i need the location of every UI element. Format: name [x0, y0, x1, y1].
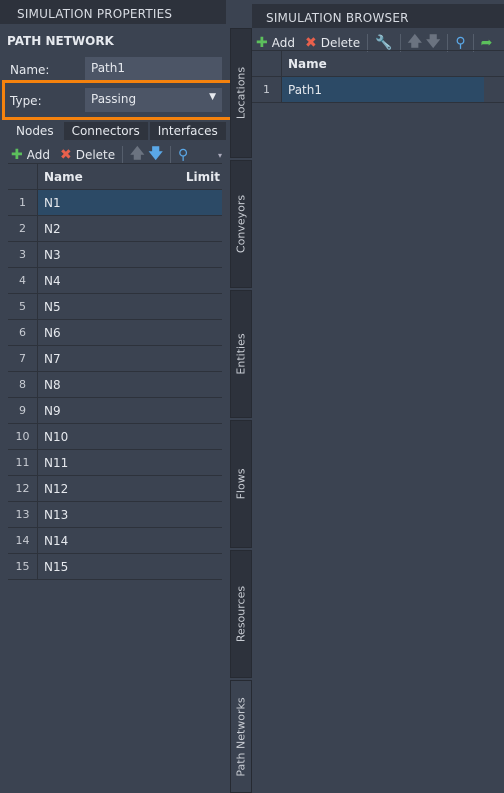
table-row[interactable]: 13 N13 — [8, 502, 222, 528]
table-row[interactable]: 11 N11 — [8, 450, 222, 476]
tab-nodes[interactable]: Nodes — [8, 122, 62, 140]
panel-header: SIMULATION PROPERTIES — [0, 0, 226, 24]
tab-interfaces[interactable]: Interfaces — [149, 122, 226, 140]
add-button[interactable]: Add — [272, 36, 295, 50]
delete-icon: ✖ — [304, 35, 317, 51]
find-icon[interactable]: ⚲ — [455, 35, 465, 51]
simulation-browser-panel: SIMULATION BROWSER ✚ Add ✖ Delete 🔧 🡅 🡇 … — [252, 0, 504, 793]
side-tab-locations[interactable]: Locations — [230, 28, 252, 158]
table-row[interactable]: 15 N15 — [8, 554, 222, 580]
add-icon: ✚ — [11, 147, 23, 163]
table-row[interactable]: 9 N9 — [8, 398, 222, 424]
table-row[interactable]: 8 N8 — [8, 372, 222, 398]
table-row[interactable]: 10 N10 — [8, 424, 222, 450]
delete-button[interactable]: Delete — [76, 148, 115, 162]
browser-table: Name 1 Path1 — [252, 50, 504, 103]
find-icon[interactable]: ⚲ — [178, 147, 188, 163]
side-tab-path-networks[interactable]: Path Networks — [230, 680, 252, 793]
simulation-properties-panel: SIMULATION PROPERTIES PATH NETWORK Name:… — [0, 0, 233, 793]
section-title: PATH NETWORK — [7, 34, 114, 48]
table-row[interactable]: 3 N3 — [8, 242, 222, 268]
nodes-table: Name Limit 1 N1 2 N2 3 N3 4 N4 5 N5 6 N6 7 N7 8 N8 9 N9 10… — [8, 163, 222, 580]
highlight-box — [2, 80, 233, 120]
wrench-icon[interactable]: 🔧 — [375, 35, 392, 51]
table-row[interactable]: 7 N7 — [8, 346, 222, 372]
table-row[interactable]: 4 N4 — [8, 268, 222, 294]
table-row[interactable]: 14 N14 — [8, 528, 222, 554]
go-to-icon[interactable]: ➦ — [481, 35, 493, 51]
overflow-icon[interactable]: ▾ — [218, 151, 222, 160]
browser-header: SIMULATION BROWSER — [252, 4, 504, 28]
table-header: Name — [252, 51, 504, 77]
column-name[interactable]: Name — [282, 51, 504, 76]
side-tab-flows[interactable]: Flows — [230, 420, 252, 548]
separator — [122, 146, 124, 164]
column-name[interactable]: Name — [38, 164, 186, 189]
name-label: Name: — [10, 63, 50, 77]
table-header: Name Limit — [8, 164, 222, 190]
add-button[interactable]: Add — [27, 148, 50, 162]
table-row[interactable]: 12 N12 — [8, 476, 222, 502]
side-tab-resources[interactable]: Resources — [230, 550, 252, 678]
table-row[interactable]: 1 Path1 — [252, 77, 504, 103]
tab-connectors[interactable]: Connectors — [63, 122, 148, 140]
add-icon: ✚ — [256, 35, 268, 51]
table-row[interactable]: 6 N6 — [8, 320, 222, 346]
side-tab-entities[interactable]: Entities — [230, 290, 252, 418]
delete-button[interactable]: Delete — [321, 36, 360, 50]
name-input[interactable]: Path1 — [85, 57, 222, 81]
separator — [169, 146, 171, 164]
delete-icon: ✖ — [59, 147, 72, 163]
tab-bar: Nodes Connectors Interfaces — [8, 122, 228, 140]
column-limit[interactable]: Limit — [186, 170, 222, 184]
table-row[interactable]: 5 N5 — [8, 294, 222, 320]
table-row[interactable]: 1 N1 — [8, 190, 222, 216]
side-tab-conveyors[interactable]: Conveyors — [230, 160, 252, 288]
table-row[interactable]: 2 N2 — [8, 216, 222, 242]
